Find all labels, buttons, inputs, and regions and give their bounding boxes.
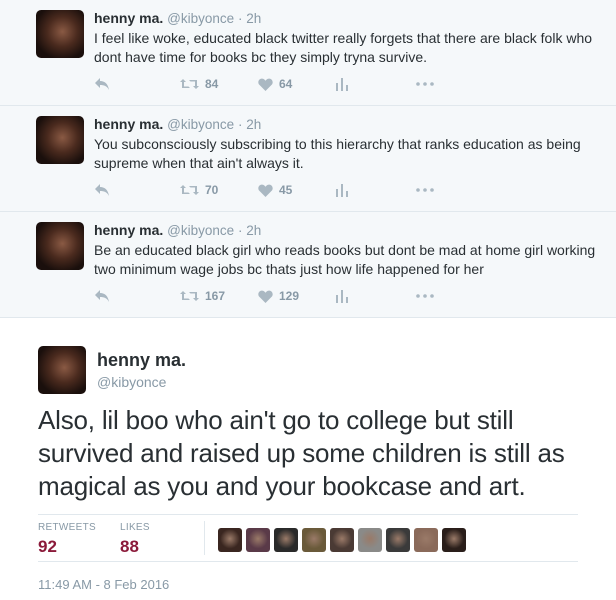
retweets-stat[interactable]: RETWEETS 92 xyxy=(38,522,96,557)
analytics-icon xyxy=(336,77,348,91)
liker-avatar[interactable] xyxy=(386,528,410,552)
reply-button[interactable] xyxy=(94,288,110,304)
more-button[interactable] xyxy=(416,182,434,198)
username[interactable]: @kibyonce xyxy=(167,117,234,132)
display-name[interactable]: henny ma. xyxy=(97,350,186,371)
tweet-text: I feel like woke, educated black twitter… xyxy=(94,30,593,65)
liker-avatar[interactable] xyxy=(218,528,242,552)
display-name[interactable]: henny ma. xyxy=(94,10,163,26)
liker-avatars xyxy=(218,528,466,552)
likes-value: 88 xyxy=(120,537,139,556)
liker-avatar[interactable] xyxy=(442,528,466,552)
retweet-count: 70 xyxy=(205,183,219,197)
tweet-header: henny ma. @kibyonce · 2h xyxy=(94,222,261,238)
retweet-button[interactable]: 167 xyxy=(180,288,225,304)
reply-icon xyxy=(95,78,109,90)
analytics-icon xyxy=(336,183,348,197)
tweet-time[interactable]: · 2h xyxy=(238,11,261,26)
liker-avatar[interactable] xyxy=(414,528,438,552)
username[interactable]: @kibyonce xyxy=(167,11,234,26)
tweet-time[interactable]: · 2h xyxy=(238,223,261,238)
tweet-header: henny ma. @kibyonce · 2h xyxy=(94,10,261,26)
liker-avatar[interactable] xyxy=(274,528,298,552)
analytics-button[interactable] xyxy=(336,288,348,304)
like-button[interactable]: 64 xyxy=(258,76,292,92)
analytics-button[interactable] xyxy=(336,76,348,92)
divider xyxy=(38,514,578,515)
retweet-button[interactable]: 70 xyxy=(180,182,218,198)
tweet-text: Be an educated black girl who reads book… xyxy=(94,242,596,277)
like-button[interactable]: 45 xyxy=(258,182,292,198)
like-count: 45 xyxy=(279,183,293,197)
tweet-actions: 70 45 xyxy=(94,182,454,198)
retweet-count: 167 xyxy=(205,289,226,303)
more-icon xyxy=(416,188,434,192)
reply-icon xyxy=(95,184,109,196)
display-name[interactable]: henny ma. xyxy=(94,116,163,132)
divider xyxy=(38,561,578,562)
tweet-text: You subconsciously subscribing to this h… xyxy=(94,136,581,171)
tweet-actions: 167 129 xyxy=(94,288,454,304)
like-count: 64 xyxy=(279,77,293,91)
tweet-time[interactable]: · 2h xyxy=(238,117,261,132)
retweet-button[interactable]: 84 xyxy=(180,76,218,92)
username[interactable]: @kibyonce xyxy=(167,223,234,238)
more-button[interactable] xyxy=(416,288,434,304)
analytics-icon xyxy=(336,289,348,303)
main-tweet: henny ma. @kibyonce Also, lil boo who ai… xyxy=(0,318,616,600)
more-icon xyxy=(416,294,434,298)
liker-avatar[interactable] xyxy=(358,528,382,552)
avatar[interactable] xyxy=(36,222,84,270)
likes-label: LIKES xyxy=(120,522,150,533)
tweet-actions: 84 64 xyxy=(94,76,454,92)
reply-icon xyxy=(95,290,109,302)
heart-icon xyxy=(258,78,273,91)
divider xyxy=(204,521,205,555)
display-name[interactable]: henny ma. xyxy=(94,222,163,238)
like-button[interactable]: 129 xyxy=(258,288,299,304)
likes-stat[interactable]: LIKES 88 xyxy=(120,522,150,557)
thread-tweet-2[interactable]: henny ma. @kibyonce · 2h You subconsciou… xyxy=(0,106,616,212)
retweets-label: RETWEETS xyxy=(38,522,96,533)
retweets-value: 92 xyxy=(38,537,57,556)
tweet-text: Also, lil boo who ain't go to college bu… xyxy=(38,405,565,501)
username[interactable]: @kibyonce xyxy=(97,374,166,390)
liker-avatar[interactable] xyxy=(246,528,270,552)
avatar[interactable] xyxy=(38,346,86,394)
retweet-icon xyxy=(180,185,199,195)
more-icon xyxy=(416,82,434,86)
liker-avatar[interactable] xyxy=(302,528,326,552)
more-button[interactable] xyxy=(416,76,434,92)
reply-button[interactable] xyxy=(94,182,110,198)
liker-avatar[interactable] xyxy=(330,528,354,552)
like-count: 129 xyxy=(279,289,300,303)
avatar[interactable] xyxy=(36,10,84,58)
retweet-count: 84 xyxy=(205,77,219,91)
retweet-icon xyxy=(180,291,199,301)
reply-button[interactable] xyxy=(94,76,110,92)
thread-tweet-1[interactable]: henny ma. @kibyonce · 2h I feel like wok… xyxy=(0,0,616,106)
heart-icon xyxy=(258,184,273,197)
analytics-button[interactable] xyxy=(336,182,348,198)
tweet-header: henny ma. @kibyonce · 2h xyxy=(94,116,261,132)
tweet-timestamp[interactable]: 11:49 AM - 8 Feb 2016 xyxy=(38,577,169,592)
thread-tweet-3[interactable]: henny ma. @kibyonce · 2h Be an educated … xyxy=(0,212,616,318)
heart-icon xyxy=(258,290,273,303)
avatar[interactable] xyxy=(36,116,84,164)
retweet-icon xyxy=(180,79,199,89)
